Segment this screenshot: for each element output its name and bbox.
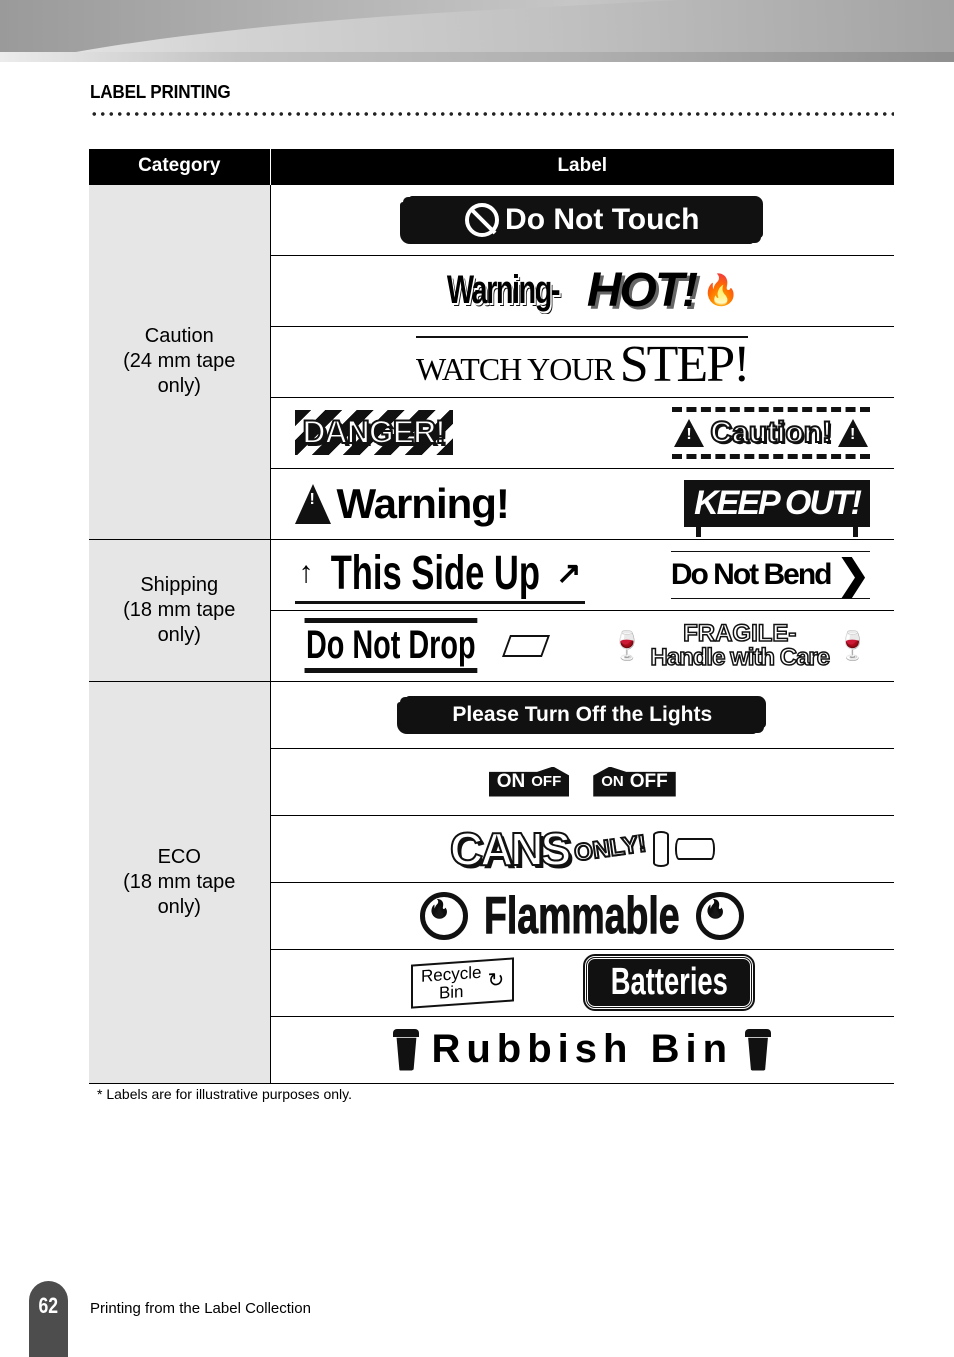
flame-icon: 🔥	[702, 274, 740, 307]
label-turn-off-lights: Please Turn Off the Lights	[402, 698, 763, 731]
label-do-not-drop: Do Not Drop	[295, 618, 551, 673]
column-header-label: Label	[270, 149, 894, 184]
bend-chevron-icon: ❯	[836, 552, 870, 597]
banner-band	[0, 52, 954, 62]
label-batteries: Batteries	[582, 954, 756, 1011]
warning-triangle-icon	[674, 418, 705, 447]
warning-triangle-icon	[838, 418, 868, 447]
label-do-not-touch: Do Not Touch	[405, 198, 760, 241]
bin-icon	[745, 1029, 771, 1071]
column-header-category: Category	[89, 149, 271, 184]
label-cell: Flammable	[270, 881, 894, 950]
arrow-up-icon: ↑	[298, 556, 314, 589]
label-flammable: Flammable	[420, 886, 745, 946]
label-cell: Do Not Touch	[270, 183, 894, 256]
label-fragile: 🍷 FRAGILE- Handle with Care 🍷	[609, 619, 870, 671]
label-cell: Warning! KEEP OUT!	[270, 467, 894, 540]
table-row: Shipping (18 mm tape only) ↑ This Side U…	[89, 538, 894, 682]
section-title: LABEL PRINTING	[90, 82, 231, 102]
can-icon	[652, 830, 669, 867]
category-caution: Caution (24 mm tape only)	[89, 183, 271, 540]
label-switch-on: ON OFF	[488, 766, 570, 797]
broken-glass-icon: 🍷	[835, 630, 870, 661]
page-number: 62	[38, 1293, 59, 1318]
label-cell: CANS ONLY!	[270, 814, 894, 883]
label-do-not-bend: Do Not Bend ❯	[670, 550, 870, 599]
top-banner	[0, 0, 954, 62]
warning-sign-icon	[294, 483, 331, 524]
label-danger: DANGER!	[294, 410, 453, 455]
label-this-side-up: ↑ This Side Up ↗	[294, 546, 586, 604]
no-fire-icon	[696, 891, 745, 940]
page-number-tab: 62	[29, 1281, 68, 1357]
label-caution: Caution!	[672, 406, 870, 459]
table-header-row: Category Label	[89, 149, 894, 184]
label-cell: Recycle Bin ↻ Batteries	[270, 948, 894, 1017]
table-row: Caution (24 mm tape only) Do Not Touch	[89, 183, 894, 540]
label-cell: WATCH YOUR STEP!	[270, 325, 894, 398]
label-switch-off: ON OFF	[593, 766, 676, 797]
label-cell: Do Not Drop 🍷 FRAGILE- Handle with Care …	[270, 609, 894, 682]
table-row: ECO (18 mm tape only) Please Turn Off th…	[89, 680, 894, 1084]
no-fire-icon	[420, 891, 469, 940]
broken-glass-icon: 🍷	[609, 630, 645, 661]
label-collection-table: Category Label Caution (24 mm tape only)…	[89, 149, 894, 1084]
box-icon	[502, 634, 551, 657]
label-cell: Please Turn Off the Lights	[270, 680, 894, 749]
can-icon	[674, 837, 715, 860]
label-warning: Warning!	[294, 480, 510, 528]
footnote: * Labels are for illustrative purposes o…	[97, 1086, 352, 1102]
label-keep-out: KEEP OUT!	[684, 480, 870, 537]
bin-icon	[393, 1029, 419, 1071]
label-recycle-bin: Recycle Bin ↻	[411, 956, 515, 1009]
label-rubbish-bin: Rubbish Bin	[393, 1027, 771, 1072]
label-cell: ↑ This Side Up ↗ Do Not Bend ❯	[270, 538, 894, 611]
label-watch-your-step: WATCH YOUR STEP!	[416, 335, 750, 393]
label-cell: ON OFF ON OFF	[270, 747, 894, 816]
label-cell: DANGER! Caution!	[270, 396, 894, 469]
recycle-icon: ↻	[487, 968, 505, 992]
dotted-divider	[90, 111, 894, 117]
label-warning-hot: Warning- HOT! 🔥	[446, 264, 740, 317]
label-cans-only: CANS ONLY!	[449, 822, 715, 876]
label-cell: Rubbish Bin	[270, 1015, 894, 1084]
label-cell: Warning- HOT! 🔥	[270, 254, 894, 327]
arrow-up-icon: ↗	[556, 556, 582, 590]
prohibited-icon	[465, 202, 500, 237]
category-shipping: Shipping (18 mm tape only)	[89, 538, 271, 682]
category-eco: ECO (18 mm tape only)	[89, 680, 271, 1084]
footer-chapter-title: Printing from the Label Collection	[90, 1300, 311, 1317]
